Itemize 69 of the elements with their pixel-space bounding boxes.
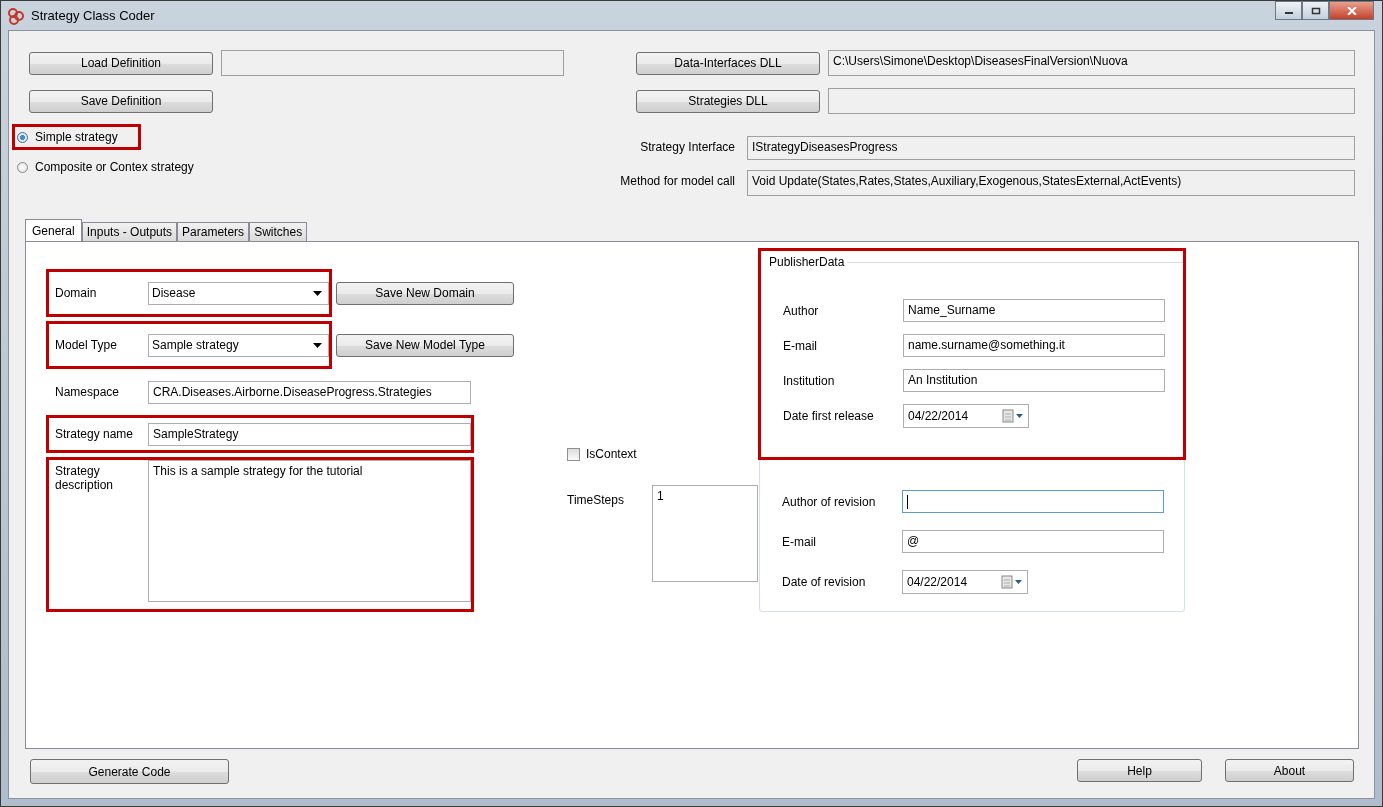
text-cursor bbox=[907, 494, 908, 509]
radio-button[interactable] bbox=[17, 131, 28, 143]
checkbox-label: IsContext bbox=[586, 447, 637, 461]
minimize-button[interactable] bbox=[1275, 1, 1302, 20]
input-field[interactable]: Void Update(States,Rates,States,Auxiliary,Exogenous,StatesExternal,ActEvents) bbox=[747, 170, 1355, 196]
tab[interactable]: Inputs - Outputs bbox=[81, 222, 178, 241]
input-field[interactable]: SampleStrategy bbox=[148, 422, 471, 446]
tab[interactable]: Parameters bbox=[177, 222, 250, 241]
group-title: PublisherData bbox=[768, 255, 845, 269]
input-field[interactable]: @ bbox=[902, 530, 1164, 553]
checkbox[interactable] bbox=[567, 447, 580, 461]
calendar-icon bbox=[1001, 575, 1023, 589]
save-button[interactable]: Save New Model Type bbox=[336, 333, 514, 357]
app-icon bbox=[7, 6, 25, 25]
input-field[interactable] bbox=[902, 490, 1164, 513]
date-value: 04/22/2014 bbox=[907, 575, 968, 589]
tab[interactable]: Switches bbox=[249, 222, 308, 241]
about-button[interactable]: About bbox=[1225, 759, 1354, 782]
field-label: Strategy Interface bbox=[639, 139, 735, 154]
text-area[interactable]: This is a sample strategy for the tutorial bbox=[148, 460, 471, 602]
field-label: Author of revision bbox=[782, 494, 877, 509]
dll-button[interactable]: Strategies DLL bbox=[636, 89, 820, 113]
field-label: E-mail bbox=[782, 534, 817, 549]
tab[interactable]: General bbox=[25, 219, 82, 241]
radio-button[interactable] bbox=[17, 161, 28, 173]
field-label: Strategy description bbox=[55, 463, 115, 492]
field-label: TimeSteps bbox=[567, 492, 624, 507]
input-field[interactable]: C:\Users\Simone\Desktop\DiseasesFinalVersion\Nuova bbox=[828, 50, 1355, 76]
date-value: 04/22/2014 bbox=[908, 409, 969, 423]
dropdown-value: Sample strategy bbox=[152, 338, 239, 352]
caret-icon bbox=[313, 342, 322, 348]
dropdown-value: Disease bbox=[152, 286, 196, 300]
input-field[interactable]: CRA.Diseases.Airborne.DiseaseProgress.Strategies bbox=[148, 380, 471, 404]
close-icon bbox=[1346, 6, 1357, 15]
input-field[interactable]: An Institution bbox=[903, 369, 1165, 392]
field-label: Strategy name bbox=[55, 427, 135, 441]
save-button[interactable]: Save New Domain bbox=[336, 281, 514, 305]
field-label: Date of revision bbox=[782, 575, 867, 589]
generate-code-button[interactable]: Generate Code bbox=[30, 759, 229, 784]
maximize-button[interactable] bbox=[1302, 1, 1329, 20]
input-field[interactable]: name.surname@something.it bbox=[903, 334, 1165, 357]
caret-icon bbox=[313, 290, 322, 296]
radio-label: Simple strategy bbox=[35, 130, 118, 144]
close-button[interactable] bbox=[1329, 1, 1374, 20]
field-label: Domain bbox=[55, 286, 98, 300]
date-picker[interactable]: 04/22/2014 bbox=[902, 570, 1028, 594]
file-button[interactable]: Save Definition bbox=[29, 89, 213, 113]
dll-button[interactable]: Data-Interfaces DLL bbox=[636, 51, 820, 75]
field-label: Author bbox=[783, 303, 820, 318]
input-field[interactable]: Name_Surname bbox=[903, 299, 1165, 322]
help-button[interactable]: Help bbox=[1077, 759, 1202, 782]
date-picker[interactable]: 04/22/2014 bbox=[903, 404, 1029, 428]
field-label: E-mail bbox=[783, 338, 818, 353]
field-label: Institution bbox=[783, 373, 836, 388]
field-label: Model Type bbox=[55, 338, 118, 352]
calendar-icon bbox=[1002, 409, 1024, 423]
field-label: Method for model call bbox=[619, 173, 735, 188]
file-button[interactable]: Load Definition bbox=[29, 51, 213, 75]
window-title: Strategy Class Coder bbox=[31, 8, 155, 23]
input-field[interactable] bbox=[828, 88, 1355, 114]
field-label: Date first release bbox=[783, 409, 875, 423]
dropdown[interactable]: Disease bbox=[148, 281, 329, 305]
maximize-icon bbox=[1310, 6, 1321, 15]
input-field[interactable]: IStrategyDiseasesProgress bbox=[747, 136, 1355, 160]
field-label: Namespace bbox=[55, 385, 121, 399]
dropdown[interactable]: Sample strategy bbox=[148, 333, 329, 357]
input-field[interactable]: 1 bbox=[651, 485, 758, 582]
input-field[interactable] bbox=[221, 50, 564, 76]
radio-label: Composite or Contex strategy bbox=[35, 160, 194, 174]
